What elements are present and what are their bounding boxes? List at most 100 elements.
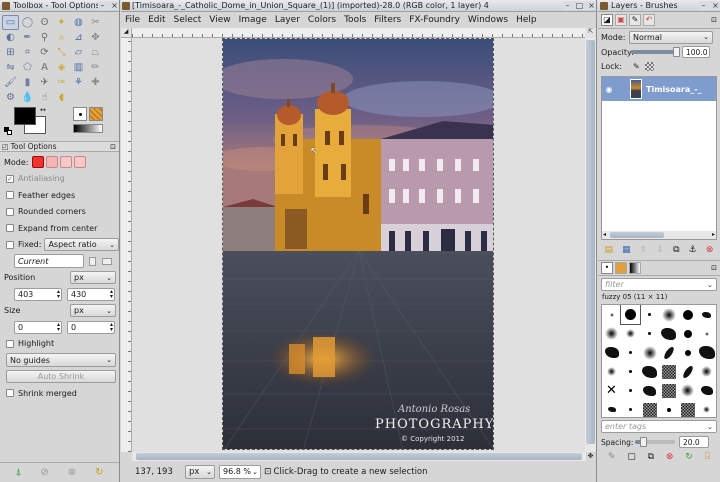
spin-icon[interactable]: ▴ ▾ bbox=[110, 322, 113, 333]
feather-checkbox[interactable] bbox=[6, 191, 14, 200]
expand-checkbox[interactable] bbox=[6, 224, 14, 233]
fixed-dropdown[interactable]: Aspect ratio ⌄ bbox=[44, 238, 119, 252]
menu-view[interactable]: View bbox=[209, 15, 230, 25]
horizontal-scrollbar[interactable] bbox=[132, 452, 586, 461]
ink-icon[interactable]: ✑ bbox=[53, 75, 70, 90]
brush-preview[interactable] bbox=[659, 400, 678, 417]
position-y-field[interactable]: 430 ▴ ▾ bbox=[67, 287, 115, 301]
brush-filter-input[interactable]: filter ⌄ bbox=[601, 278, 717, 291]
horizontal-scrollbar-thumb[interactable] bbox=[136, 453, 582, 460]
antialiasing-option[interactable]: Antialiasing bbox=[0, 171, 119, 188]
lower-layer-icon[interactable]: ⇩ bbox=[656, 245, 664, 255]
opacity-slider-handle[interactable] bbox=[673, 47, 680, 57]
menu-help[interactable]: Help bbox=[516, 15, 537, 25]
tab-brushes[interactable]: • bbox=[601, 262, 613, 274]
spin-icon[interactable]: ▴ ▾ bbox=[110, 289, 113, 300]
brush-tags-input[interactable]: enter tags ⌄ bbox=[601, 420, 717, 433]
align-icon[interactable]: ⊞ bbox=[2, 45, 19, 60]
cage-icon[interactable]: ⬠ bbox=[19, 60, 36, 75]
brush-preview[interactable] bbox=[640, 381, 659, 400]
minimize-icon[interactable]: – bbox=[699, 1, 708, 10]
brush-preview[interactable] bbox=[659, 343, 678, 362]
vertical-scrollbar[interactable] bbox=[585, 38, 596, 452]
paintbrush-icon[interactable]: 🖌 bbox=[2, 75, 19, 90]
auto-shrink-button[interactable]: Auto Shrink bbox=[6, 370, 116, 384]
dodge-burn-icon[interactable]: ◖ bbox=[53, 90, 70, 105]
brush-preview[interactable] bbox=[659, 305, 678, 324]
rounded-checkbox[interactable] bbox=[6, 207, 14, 216]
size-h-field[interactable]: 0 ▴ ▾ bbox=[67, 320, 115, 334]
brush-preview[interactable] bbox=[678, 305, 697, 324]
brush-preview[interactable] bbox=[697, 381, 716, 400]
duplicate-layer-icon[interactable]: ⧉ bbox=[673, 245, 679, 255]
refresh-brushes-icon[interactable]: ↻ bbox=[685, 452, 693, 462]
antialiasing-checkbox[interactable] bbox=[6, 174, 14, 183]
delete-layer-icon[interactable]: ⊗ bbox=[706, 245, 714, 255]
shrink-merged-option[interactable]: Shrink merged bbox=[0, 385, 119, 402]
pencil-icon[interactable]: ✏ bbox=[87, 60, 104, 75]
blend-icon[interactable]: ▥ bbox=[70, 60, 87, 75]
brush-preview[interactable] bbox=[678, 343, 697, 362]
rect-select-icon[interactable]: ▭ bbox=[2, 15, 19, 30]
zoom-field[interactable]: 96.8 % ⌄ bbox=[219, 464, 261, 479]
brush-indicator[interactable] bbox=[73, 107, 87, 121]
brush-preview[interactable] bbox=[602, 400, 621, 417]
brush-preview[interactable] bbox=[640, 324, 659, 343]
size-unit-dropdown[interactable]: px ⌄ bbox=[70, 304, 116, 318]
brush-preview[interactable] bbox=[640, 362, 659, 381]
status-unit-dropdown[interactable]: px ⌄ bbox=[185, 464, 215, 479]
scale-icon[interactable]: ⤡ bbox=[53, 45, 70, 60]
lock-pixels-icon[interactable]: ✎ bbox=[633, 62, 640, 71]
toolbox-titlebar[interactable]: Toolbox - Tool Options – × bbox=[0, 0, 119, 12]
landscape-icon[interactable] bbox=[102, 257, 112, 265]
menu-image[interactable]: Image bbox=[239, 15, 267, 25]
chevron-down-icon[interactable]: ⌄ bbox=[252, 468, 258, 476]
tab-menu-icon[interactable]: ⊡ bbox=[711, 16, 717, 24]
lock-alpha-icon[interactable] bbox=[644, 62, 654, 71]
arrow-left-icon[interactable]: ◂ bbox=[603, 231, 606, 238]
brush-preview[interactable] bbox=[621, 343, 640, 362]
guides-dropdown[interactable]: No guides ⌄ bbox=[6, 353, 116, 368]
measure-icon[interactable]: ⊿ bbox=[70, 30, 87, 45]
menu-tools[interactable]: Tools bbox=[344, 15, 366, 25]
brush-preview[interactable] bbox=[602, 305, 621, 324]
menu-file[interactable]: File bbox=[125, 15, 140, 25]
brush-preview[interactable] bbox=[640, 400, 659, 417]
menu-filters[interactable]: Filters bbox=[374, 15, 401, 25]
brush-preview[interactable] bbox=[697, 400, 716, 417]
brush-preview[interactable] bbox=[678, 400, 697, 417]
brush-preview[interactable] bbox=[659, 381, 678, 400]
close-icon[interactable]: × bbox=[587, 1, 596, 10]
gradient-indicator[interactable] bbox=[73, 124, 103, 133]
brush-preview[interactable] bbox=[620, 305, 641, 325]
brush-preview[interactable] bbox=[697, 305, 716, 324]
current-field[interactable]: Current bbox=[14, 254, 84, 269]
brush-preview[interactable] bbox=[640, 343, 659, 362]
tab-menu-icon[interactable]: ⊡ bbox=[711, 264, 717, 272]
new-layer-icon[interactable]: ▤ bbox=[605, 245, 614, 255]
spin-icon[interactable]: ▴ ▾ bbox=[57, 289, 60, 300]
reset-options-icon[interactable]: ↻ bbox=[95, 467, 103, 478]
layer-row[interactable]: ◉ Timisoara_-_ bbox=[602, 77, 716, 101]
brush-preview[interactable] bbox=[678, 381, 697, 400]
scissors-icon[interactable]: ✂ bbox=[87, 15, 104, 30]
fuzzy-select-icon[interactable]: ✦ bbox=[53, 15, 70, 30]
fixed-checkbox[interactable] bbox=[6, 240, 14, 249]
brush-preview[interactable] bbox=[621, 400, 640, 417]
mode-intersect-button[interactable] bbox=[73, 156, 86, 169]
horizontal-ruler[interactable] bbox=[132, 28, 586, 38]
menu-windows[interactable]: Windows bbox=[468, 15, 508, 25]
save-options-icon[interactable]: ⍋ bbox=[15, 467, 21, 478]
new-layer-group-icon[interactable]: ▦ bbox=[622, 245, 631, 255]
menu-colors[interactable]: Colors bbox=[308, 15, 336, 25]
brush-preview[interactable] bbox=[678, 362, 697, 381]
brush-preview[interactable] bbox=[659, 324, 678, 343]
tab-gradients[interactable] bbox=[629, 262, 641, 274]
spacing-slider-handle[interactable] bbox=[640, 437, 647, 447]
tab-paths[interactable]: ✎ bbox=[629, 14, 641, 26]
brush-preview[interactable] bbox=[602, 343, 621, 362]
menu-fx-foundry[interactable]: FX-Foundry bbox=[409, 15, 460, 25]
foreground-select-icon[interactable]: ◐ bbox=[2, 30, 19, 45]
free-select-icon[interactable]: ʘ bbox=[36, 15, 53, 30]
text-icon[interactable]: A bbox=[36, 60, 53, 75]
